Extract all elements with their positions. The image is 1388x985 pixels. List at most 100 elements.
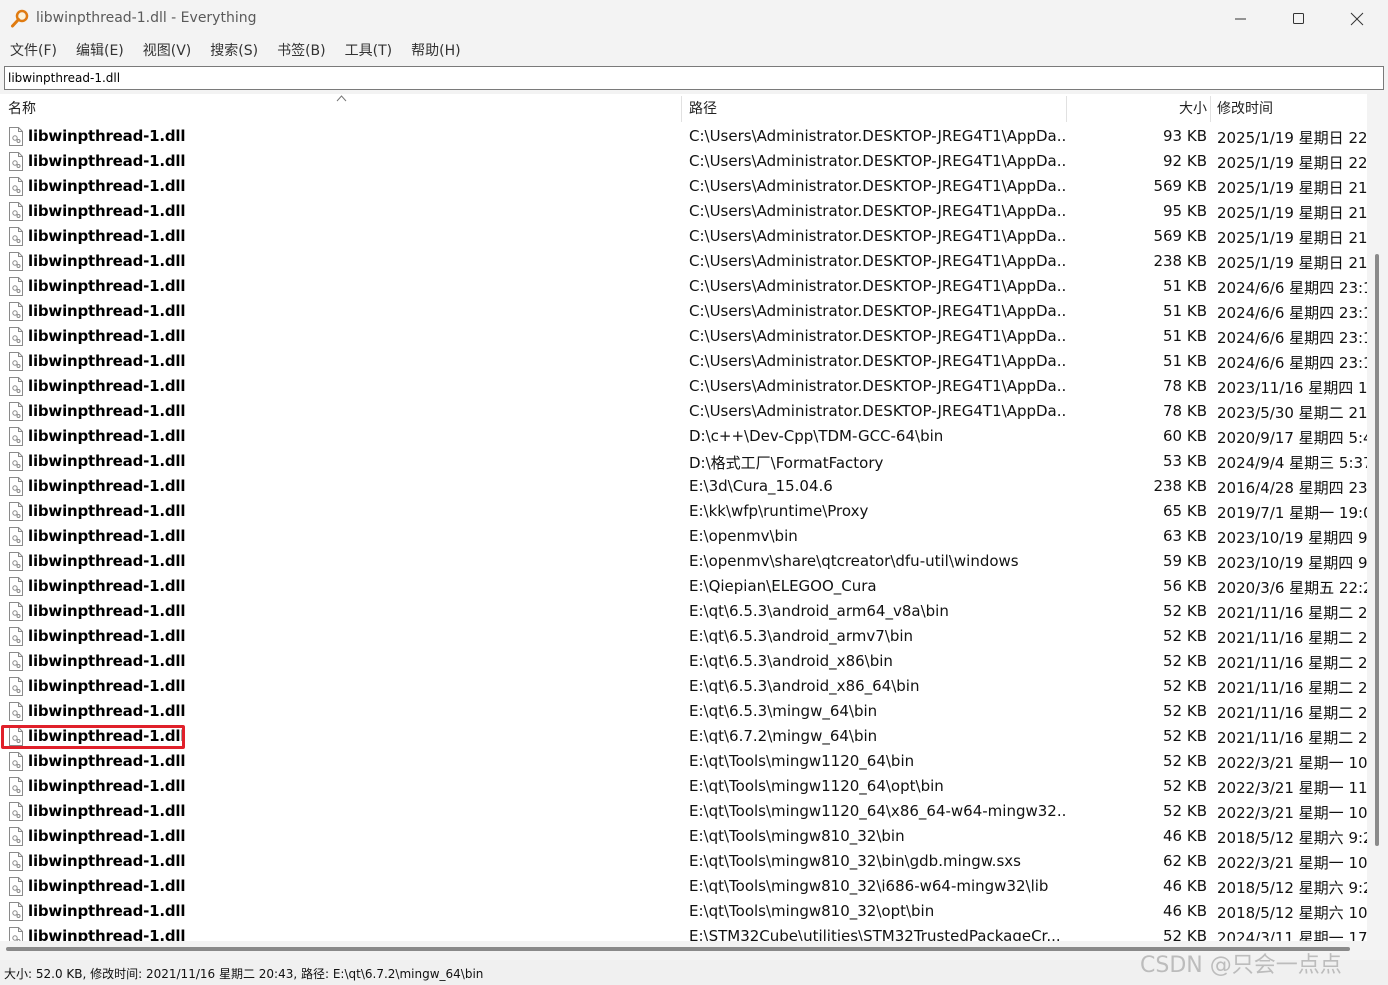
menu-search[interactable]: 搜索(S): [200, 38, 267, 64]
file-name: libwinpthread-1.dll: [28, 752, 186, 770]
vertical-scrollbar[interactable]: [1367, 94, 1388, 941]
column-separator[interactable]: [681, 96, 682, 122]
vertical-scroll-thumb[interactable]: [1375, 254, 1379, 846]
close-button[interactable]: [1328, 0, 1386, 38]
name-cell[interactable]: libwinpthread-1.dll: [0, 349, 682, 374]
name-cell[interactable]: libwinpthread-1.dll: [0, 674, 682, 699]
dll-file-icon: [9, 427, 23, 446]
search-input[interactable]: [5, 67, 1375, 89]
column-path-header[interactable]: 路径: [689, 94, 717, 124]
table-row[interactable]: libwinpthread-1.dll C:\Users\Administrato…: [0, 399, 1367, 424]
table-row[interactable]: libwinpthread-1.dll C:\Users\Administrato…: [0, 199, 1367, 224]
menu-bar: 文件(F) 编辑(E) 视图(V) 搜索(S) 书签(B) 工具(T) 帮助(H…: [0, 38, 1388, 64]
menu-edit[interactable]: 编辑(E): [66, 38, 133, 64]
table-row[interactable]: libwinpthread-1.dll E:\qt\6.5.3\mingw_64\…: [0, 699, 1367, 724]
column-separator[interactable]: [1210, 96, 1211, 122]
name-cell[interactable]: libwinpthread-1.dll: [0, 599, 682, 624]
name-cell[interactable]: libwinpthread-1.dll: [0, 574, 682, 599]
name-cell[interactable]: libwinpthread-1.dll: [0, 874, 682, 899]
file-name: libwinpthread-1.dll: [28, 402, 186, 420]
table-row[interactable]: libwinpthread-1.dll E:\STM32Cube\utilitie…: [0, 924, 1367, 941]
table-row[interactable]: libwinpthread-1.dll E:\3d\Cura_15.04.6 238…: [0, 474, 1367, 499]
table-row[interactable]: libwinpthread-1.dll E:\qt\Tools\mingw1120…: [0, 799, 1367, 824]
table-row[interactable]: libwinpthread-1.dll E:\qt\Tools\mingw810_…: [0, 874, 1367, 899]
table-row[interactable]: libwinpthread-1.dll C:\Users\Administrato…: [0, 249, 1367, 274]
table-row[interactable]: libwinpthread-1.dll E:\qt\Tools\mingw810_…: [0, 849, 1367, 874]
name-cell[interactable]: libwinpthread-1.dll: [0, 274, 682, 299]
name-cell[interactable]: libwinpthread-1.dll: [0, 324, 682, 349]
file-modified-date: 2021/11/16 星期二 2(: [1217, 604, 1367, 622]
name-cell[interactable]: libwinpthread-1.dll: [0, 399, 682, 424]
menu-bookmarks[interactable]: 书签(B): [267, 38, 335, 64]
table-row[interactable]: libwinpthread-1.dll E:\qt\Tools\mingw1120…: [0, 774, 1367, 799]
table-row[interactable]: libwinpthread-1.dll E:\openmv\bin 63 KB 202…: [0, 524, 1367, 549]
table-row[interactable]: libwinpthread-1.dll E:\qt\6.5.3\android_x…: [0, 674, 1367, 699]
results-list[interactable]: 名称 路径 大小 修改时间 libwinpthread-1.dll C:\User…: [0, 94, 1367, 941]
name-cell[interactable]: libwinpthread-1.dll: [0, 474, 682, 499]
name-cell[interactable]: libwinpthread-1.dll: [0, 549, 682, 574]
name-cell[interactable]: libwinpthread-1.dll: [0, 424, 682, 449]
name-cell[interactable]: libwinpthread-1.dll: [0, 174, 682, 199]
table-row[interactable]: libwinpthread-1.dll C:\Users\Administrato…: [0, 224, 1367, 249]
table-row[interactable]: libwinpthread-1.dll C:\Users\Administrato…: [0, 149, 1367, 174]
name-cell[interactable]: libwinpthread-1.dll: [0, 749, 682, 774]
table-row[interactable]: libwinpthread-1.dll E:\Qiepian\ELEGOO_Cur…: [0, 574, 1367, 599]
column-name-header[interactable]: 名称: [8, 94, 36, 124]
name-cell[interactable]: libwinpthread-1.dll: [0, 649, 682, 674]
name-cell[interactable]: libwinpthread-1.dll: [0, 799, 682, 824]
menu-file[interactable]: 文件(F): [0, 38, 66, 64]
dll-file-icon: [9, 877, 23, 896]
name-cell[interactable]: libwinpthread-1.dll: [0, 624, 682, 649]
table-row[interactable]: libwinpthread-1.dll C:\Users\Administrato…: [0, 324, 1367, 349]
table-row[interactable]: libwinpthread-1.dll C:\Users\Administrato…: [0, 124, 1367, 149]
table-row[interactable]: libwinpthread-1.dll E:\qt\Tools\mingw1120…: [0, 749, 1367, 774]
table-row[interactable]: libwinpthread-1.dll C:\Users\Administrato…: [0, 174, 1367, 199]
column-modified-header[interactable]: 修改时间: [1217, 94, 1273, 124]
name-cell[interactable]: libwinpthread-1.dll: [0, 449, 682, 474]
file-path: E:\qt\6.5.3\android_arm64_v8a\bin: [689, 602, 949, 620]
name-cell[interactable]: libwinpthread-1.dll: [0, 374, 682, 399]
name-cell[interactable]: libwinpthread-1.dll: [0, 774, 682, 799]
table-row[interactable]: libwinpthread-1.dll E:\qt\6.5.3\android_a…: [0, 624, 1367, 649]
name-cell[interactable]: libwinpthread-1.dll: [0, 699, 682, 724]
file-modified-date: 2018/5/12 星期六 9:2: [1217, 829, 1367, 847]
name-cell[interactable]: libwinpthread-1.dll: [0, 899, 682, 924]
file-size: 52 KB: [1163, 677, 1207, 695]
name-cell[interactable]: libwinpthread-1.dll: [0, 499, 682, 524]
file-size: 46 KB: [1163, 877, 1207, 895]
table-row[interactable]: libwinpthread-1.dll D:\格式工厂\FormatFactory…: [0, 449, 1367, 474]
file-size: 95 KB: [1163, 202, 1207, 220]
table-row[interactable]: libwinpthread-1.dll C:\Users\Administrato…: [0, 374, 1367, 399]
name-cell[interactable]: libwinpthread-1.dll: [0, 224, 682, 249]
table-row[interactable]: libwinpthread-1.dll D:\c++\Dev-Cpp\TDM-GC…: [0, 424, 1367, 449]
column-separator[interactable]: [1066, 96, 1067, 122]
table-row[interactable]: libwinpthread-1.dll E:\qt\6.7.2\mingw_64\…: [0, 724, 1367, 749]
file-path: E:\qt\6.5.3\android_x86\bin: [689, 652, 893, 670]
name-cell[interactable]: libwinpthread-1.dll: [0, 299, 682, 324]
table-row[interactable]: libwinpthread-1.dll E:\qt\6.5.3\android_a…: [0, 599, 1367, 624]
table-row[interactable]: libwinpthread-1.dll E:\qt\Tools\mingw810_…: [0, 899, 1367, 924]
menu-tools[interactable]: 工具(T): [335, 38, 401, 64]
name-cell[interactable]: libwinpthread-1.dll: [0, 149, 682, 174]
menu-help[interactable]: 帮助(H): [401, 38, 469, 64]
name-cell[interactable]: libwinpthread-1.dll: [0, 249, 682, 274]
file-modified-date: 2020/3/6 星期五 22:2: [1217, 579, 1367, 597]
name-cell[interactable]: libwinpthread-1.dll: [0, 524, 682, 549]
table-row[interactable]: libwinpthread-1.dll C:\Users\Administrato…: [0, 349, 1367, 374]
table-row[interactable]: libwinpthread-1.dll C:\Users\Administrato…: [0, 274, 1367, 299]
name-cell[interactable]: libwinpthread-1.dll: [0, 124, 682, 149]
minimize-button[interactable]: [1212, 0, 1270, 38]
table-row[interactable]: libwinpthread-1.dll E:\qt\Tools\mingw810_…: [0, 824, 1367, 849]
menu-view[interactable]: 视图(V): [133, 38, 201, 64]
file-modified-date: 2018/5/12 星期六 10:: [1217, 904, 1367, 922]
name-cell[interactable]: libwinpthread-1.dll: [0, 824, 682, 849]
maximize-button[interactable]: [1270, 0, 1328, 38]
column-size-header[interactable]: 大小: [1068, 94, 1207, 124]
name-cell[interactable]: libwinpthread-1.dll: [0, 924, 682, 941]
name-cell[interactable]: libwinpthread-1.dll: [0, 849, 682, 874]
table-row[interactable]: libwinpthread-1.dll E:\qt\6.5.3\android_x…: [0, 649, 1367, 674]
table-row[interactable]: libwinpthread-1.dll E:\openmv\share\qtcre…: [0, 549, 1367, 574]
table-row[interactable]: libwinpthread-1.dll E:\kk\wfp\runtime\Pro…: [0, 499, 1367, 524]
name-cell[interactable]: libwinpthread-1.dll: [0, 199, 682, 224]
table-row[interactable]: libwinpthread-1.dll C:\Users\Administrato…: [0, 299, 1367, 324]
